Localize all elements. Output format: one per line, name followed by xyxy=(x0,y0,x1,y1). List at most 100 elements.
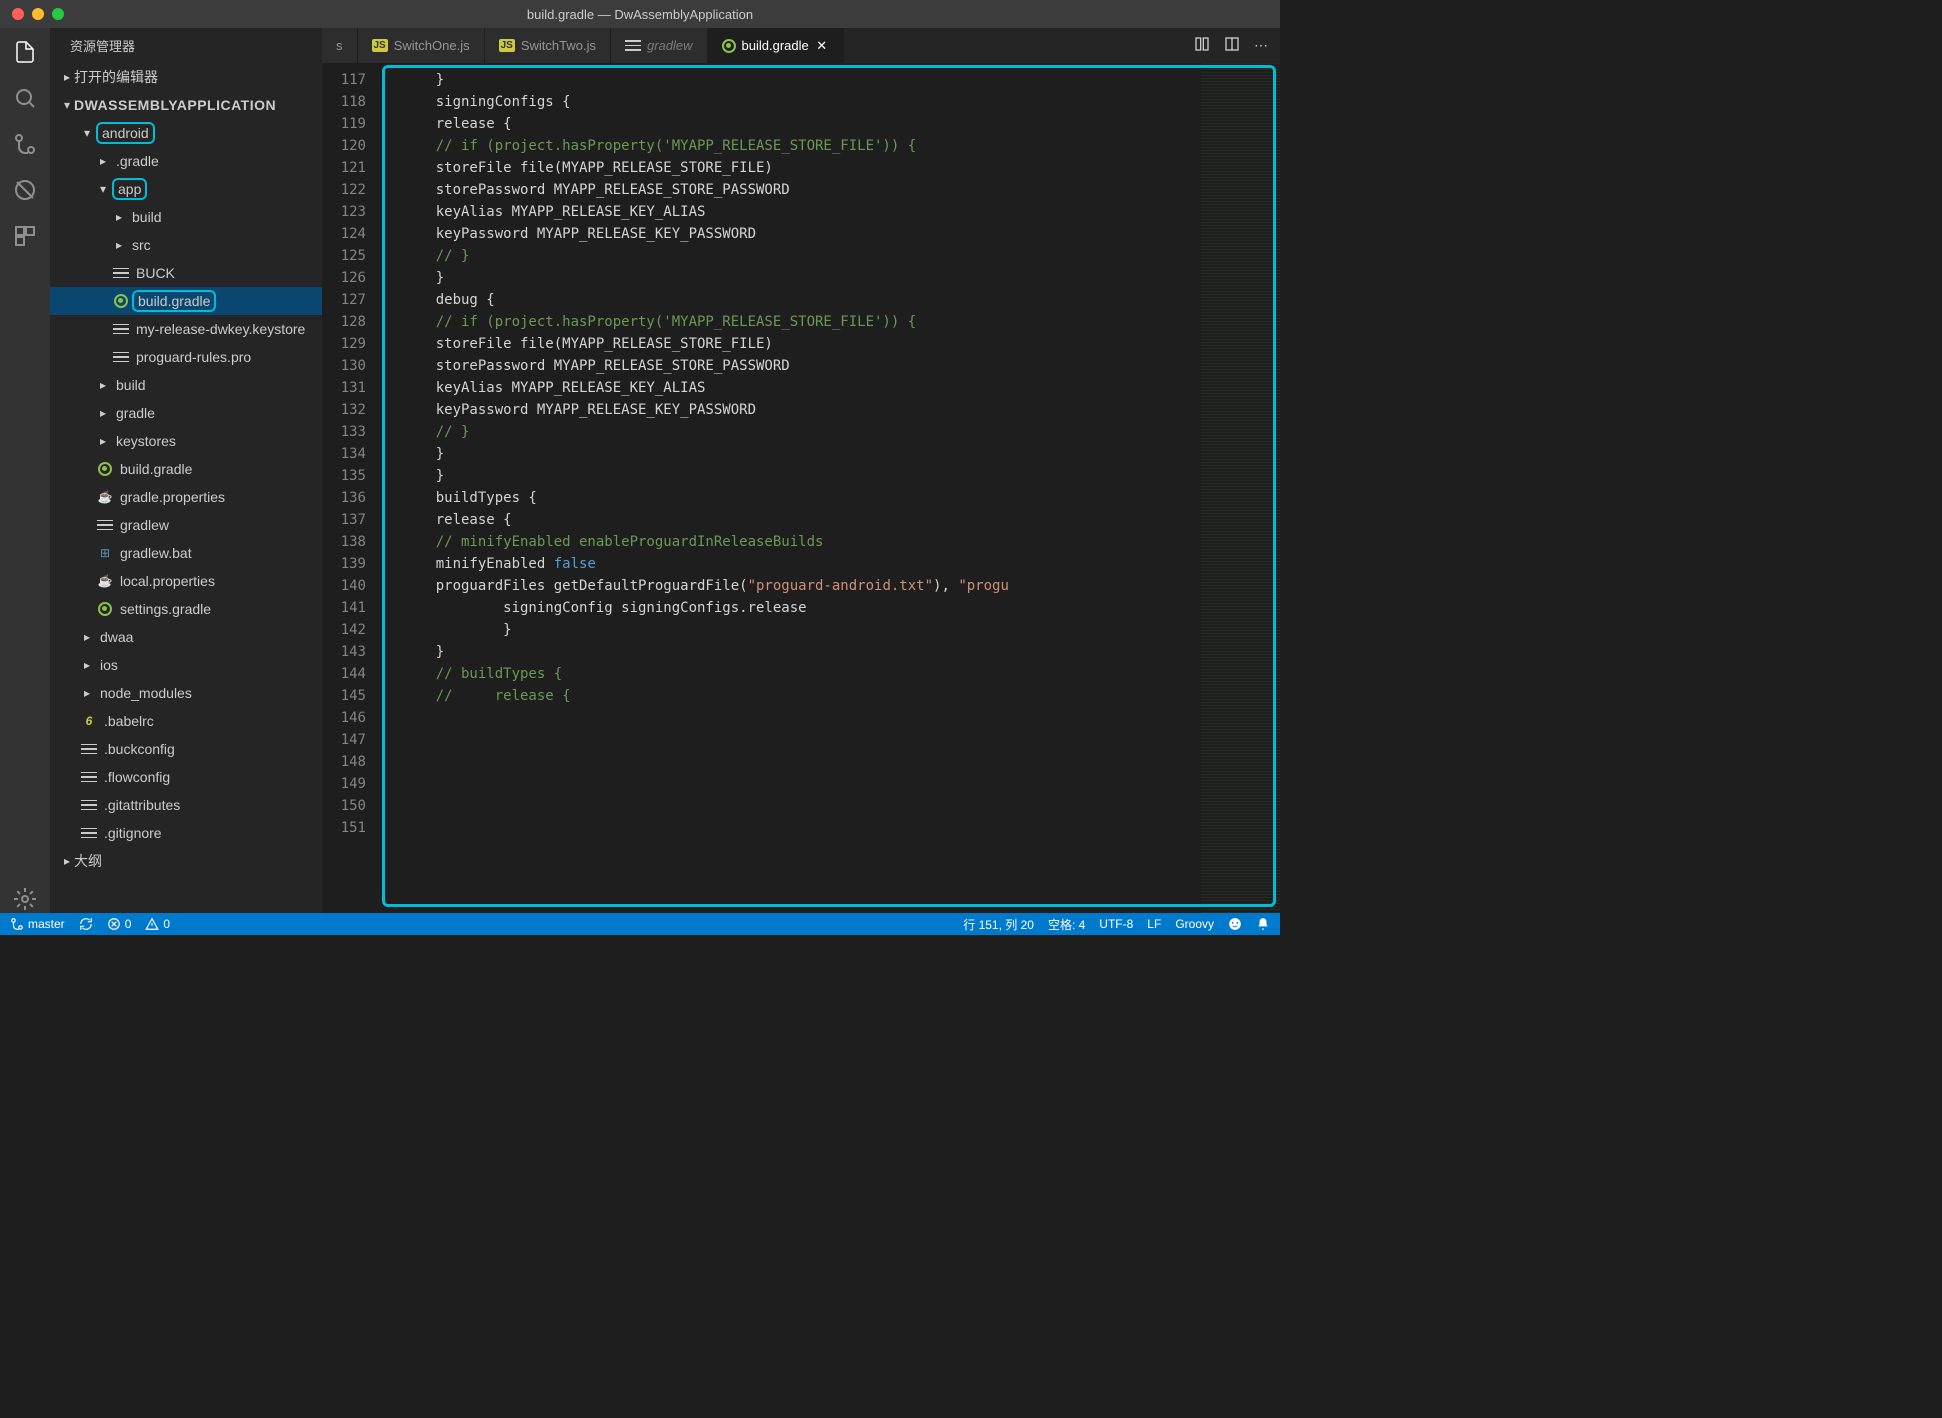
gradle-icon xyxy=(722,39,736,53)
js-icon: JS xyxy=(499,39,515,52)
tree-item-label: gradle.properties xyxy=(120,489,225,505)
section-project[interactable]: ▾DWASSEMBLYAPPLICATION xyxy=(50,91,322,119)
tree-item-gradle[interactable]: ▸gradle xyxy=(50,399,322,427)
cursor-position[interactable]: 行 151, 列 20 xyxy=(963,916,1034,933)
split-icon[interactable] xyxy=(1224,36,1240,55)
window-controls xyxy=(0,8,64,20)
window-title: build.gradle — DwAssemblyApplication xyxy=(527,7,753,22)
tree-item-my-release-dwkey.keystore[interactable]: my-release-dwkey.keystore xyxy=(50,315,322,343)
tree-item-.flowconfig[interactable]: .flowconfig xyxy=(50,763,322,791)
code-content[interactable]: } signingConfigs { release { // if (proj… xyxy=(382,63,1200,913)
tree-item-gradlew.bat[interactable]: ⊞gradlew.bat xyxy=(50,539,322,567)
errors[interactable]: 0 xyxy=(107,917,132,931)
eol[interactable]: LF xyxy=(1147,917,1161,931)
tab-label: s xyxy=(336,38,343,53)
tree-item-settings.gradle[interactable]: settings.gradle xyxy=(50,595,322,623)
activity-bar xyxy=(0,28,50,913)
tab-label: SwitchOne.js xyxy=(394,38,470,53)
tree-item-label: build.gradle xyxy=(120,461,192,477)
extensions-icon[interactable] xyxy=(11,222,39,250)
tree-item-gradlew[interactable]: gradlew xyxy=(50,511,322,539)
settings-icon[interactable] xyxy=(11,885,39,913)
titlebar: build.gradle — DwAssemblyApplication xyxy=(0,0,1280,28)
warnings[interactable]: 0 xyxy=(145,917,170,931)
tree-item-label: gradlew.bat xyxy=(120,545,192,561)
compare-icon[interactable] xyxy=(1194,36,1210,55)
tree-item-label: local.properties xyxy=(120,573,215,589)
tab-SwitchTwo.js[interactable]: JSSwitchTwo.js✕ xyxy=(485,28,611,63)
gutter: 1171181191201211221231241251261271281291… xyxy=(322,63,382,913)
tree-item-label: .buckconfig xyxy=(104,741,175,757)
tree-item-gradle.properties[interactable]: ☕gradle.properties xyxy=(50,483,322,511)
tree-item-label: .gradle xyxy=(116,153,159,169)
tree-item-node_modules[interactable]: ▸node_modules xyxy=(50,679,322,707)
tree-item-proguard-rules.pro[interactable]: proguard-rules.pro xyxy=(50,343,322,371)
tree-item-label: BUCK xyxy=(136,265,175,281)
scm-icon[interactable] xyxy=(11,130,39,158)
status-bar: master 0 0 行 151, 列 20 空格: 4 UTF-8 LF Gr… xyxy=(0,913,1280,935)
minimap[interactable] xyxy=(1200,63,1280,913)
maximize-window[interactable] xyxy=(52,8,64,20)
tree-item-label: keystores xyxy=(116,433,176,449)
tab-gradlew[interactable]: gradlew✕ xyxy=(611,28,708,63)
tab-label: SwitchTwo.js xyxy=(521,38,596,53)
indent[interactable]: 空格: 4 xyxy=(1048,916,1085,933)
tree-item-android[interactable]: ▾android xyxy=(50,119,322,147)
tree-item-label: .gitignore xyxy=(104,825,162,841)
tree-item-local.properties[interactable]: ☕local.properties xyxy=(50,567,322,595)
tree-item-label: .flowconfig xyxy=(104,769,170,785)
tree-item-src[interactable]: ▸src xyxy=(50,231,322,259)
js-icon: JS xyxy=(372,39,388,52)
tree-item-label: dwaa xyxy=(100,629,133,645)
minimize-window[interactable] xyxy=(32,8,44,20)
tree-item-label: build xyxy=(116,377,146,393)
section-outline[interactable]: ▸大纲 xyxy=(50,847,322,875)
tree-item-.buckconfig[interactable]: .buckconfig xyxy=(50,735,322,763)
tab-s[interactable]: s✕ xyxy=(322,28,358,63)
explorer-icon[interactable] xyxy=(11,38,39,66)
editor-tabs: s✕JSSwitchOne.js✕JSSwitchTwo.js✕gradlew✕… xyxy=(322,28,1280,63)
debug-icon[interactable] xyxy=(11,176,39,204)
more-icon[interactable]: ⋯ xyxy=(1254,37,1268,54)
tree-item-label: gradlew xyxy=(120,517,169,533)
tree-item-label: my-release-dwkey.keystore xyxy=(136,321,305,337)
close-icon[interactable]: ✕ xyxy=(815,39,829,53)
git-branch[interactable]: master xyxy=(10,917,65,931)
tree-item-.gradle[interactable]: ▸.gradle xyxy=(50,147,322,175)
tree-item-BUCK[interactable]: BUCK xyxy=(50,259,322,287)
language-mode[interactable]: Groovy xyxy=(1175,917,1214,931)
code-area: 1171181191201211221231241251261271281291… xyxy=(322,63,1280,913)
tree-item-.gitattributes[interactable]: .gitattributes xyxy=(50,791,322,819)
tree-item-label: src xyxy=(132,237,151,253)
tree-item-label: .gitattributes xyxy=(104,797,180,813)
sidebar-title: 资源管理器 xyxy=(50,28,322,63)
tree-item-label: settings.gradle xyxy=(120,601,211,617)
tree-item-build[interactable]: ▸build xyxy=(50,203,322,231)
tab-SwitchOne.js[interactable]: JSSwitchOne.js✕ xyxy=(358,28,485,63)
sync-icon[interactable] xyxy=(79,917,93,931)
tree-item-build[interactable]: ▸build xyxy=(50,371,322,399)
tree-item-keystores[interactable]: ▸keystores xyxy=(50,427,322,455)
encoding[interactable]: UTF-8 xyxy=(1099,917,1133,931)
tree-item-.gitignore[interactable]: .gitignore xyxy=(50,819,322,847)
bell-icon[interactable] xyxy=(1256,917,1270,931)
section-open-editors[interactable]: ▸打开的编辑器 xyxy=(50,63,322,91)
tree-item-app[interactable]: ▾app xyxy=(50,175,322,203)
tree-item-label: app xyxy=(116,181,147,197)
sidebar: 资源管理器 ▸打开的编辑器 ▾DWASSEMBLYAPPLICATION ▾an… xyxy=(50,28,322,913)
feedback-icon[interactable] xyxy=(1228,917,1242,931)
tree-item-.babelrc[interactable]: 6.babelrc xyxy=(50,707,322,735)
tree-item-label: node_modules xyxy=(100,685,192,701)
tree-item-build.gradle[interactable]: build.gradle xyxy=(50,455,322,483)
tree-item-label: gradle xyxy=(116,405,155,421)
tree-item-dwaa[interactable]: ▸dwaa xyxy=(50,623,322,651)
tab-build.gradle[interactable]: build.gradle✕ xyxy=(708,28,844,63)
tree-item-label: proguard-rules.pro xyxy=(136,349,251,365)
search-icon[interactable] xyxy=(11,84,39,112)
tree-item-label: build.gradle xyxy=(136,293,216,309)
tree-item-build.gradle[interactable]: build.gradle xyxy=(50,287,322,315)
tree-item-label: ios xyxy=(100,657,118,673)
close-window[interactable] xyxy=(12,8,24,20)
tree-item-ios[interactable]: ▸ios xyxy=(50,651,322,679)
tree-item-label: android xyxy=(100,125,155,141)
